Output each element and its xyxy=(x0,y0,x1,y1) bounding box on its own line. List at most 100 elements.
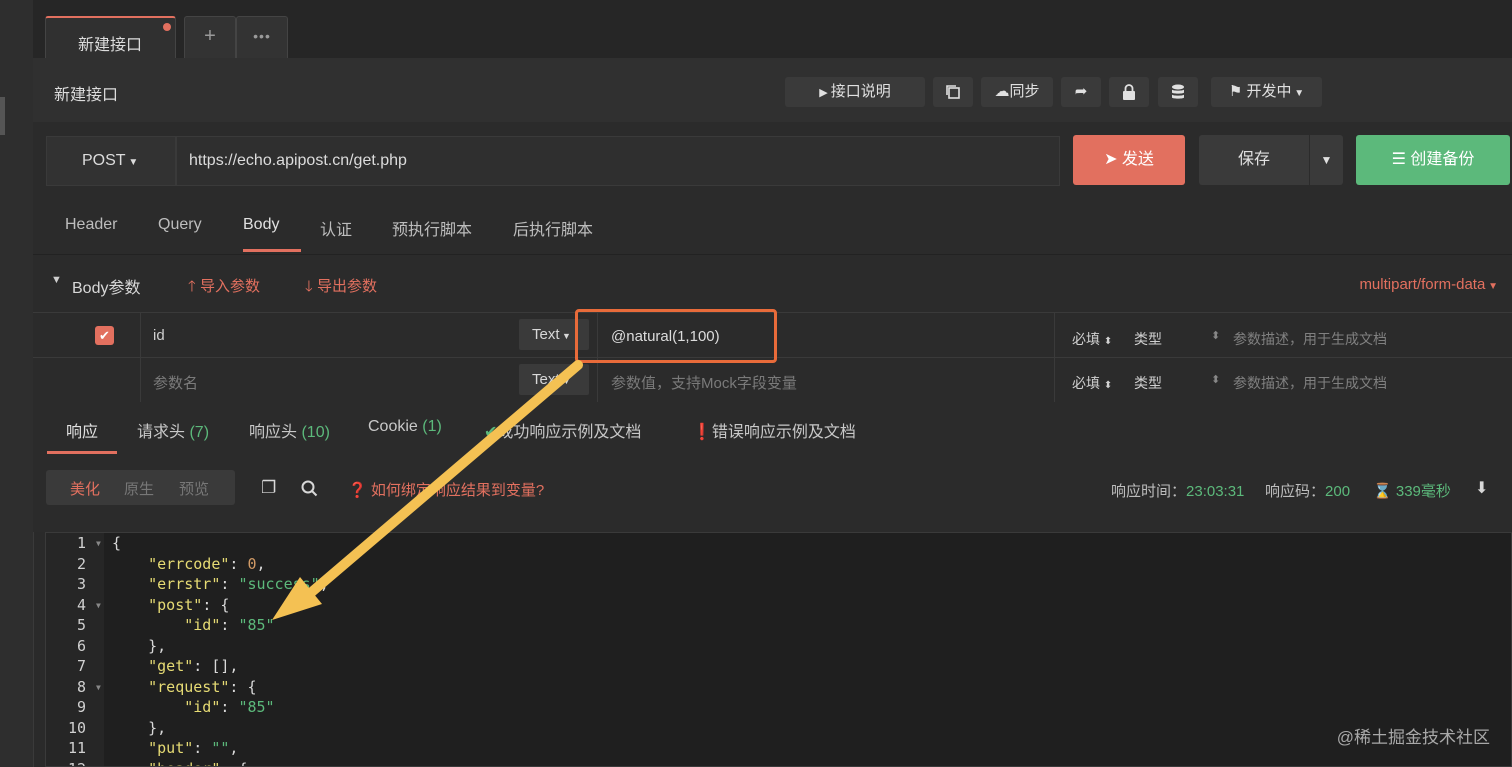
view-raw-button[interactable]: 原生 xyxy=(124,478,154,499)
search-icon[interactable] xyxy=(301,480,318,497)
url-input[interactable]: https://echo.apipost.cn/get.php xyxy=(176,136,1060,186)
code-line: { xyxy=(112,534,122,552)
required-select[interactable]: 必填 ⬍ xyxy=(1072,373,1112,393)
download-icon[interactable]: ⬇ xyxy=(1475,478,1488,498)
tab-pre-script[interactable]: 预执行脚本 xyxy=(392,216,472,240)
line-number: 11 xyxy=(67,739,86,757)
type-select[interactable]: 类型 xyxy=(1134,373,1162,393)
share-icon: ➦ xyxy=(1074,83,1088,100)
import-params-button[interactable]: 🡑 导入参数 xyxy=(188,275,260,301)
collapse-caret-icon[interactable]: ▼ xyxy=(51,274,62,286)
required-select[interactable]: 必填 ⬍ xyxy=(1072,329,1112,349)
param-name-input[interactable]: id xyxy=(153,327,165,344)
tab-response-headers[interactable]: 响应头 (10) xyxy=(249,418,330,442)
response-tabs: 响应 请求头 (7) 响应头 (10) Cookie (1) ✔成功响应示例及文… xyxy=(33,402,1512,457)
send-button[interactable]: ➤ 发送 xyxy=(1073,135,1185,185)
caret-down-icon: ▼ xyxy=(559,376,571,386)
sort-icon: ⬍ xyxy=(1103,336,1113,347)
lock-button[interactable] xyxy=(1109,77,1149,107)
line-number: 2 xyxy=(76,554,86,573)
line-number: 5 xyxy=(76,616,86,634)
request-tabs: Header Query Body 认证 预执行脚本 后执行脚本 xyxy=(33,200,1512,255)
response-code: 响应码：200 xyxy=(1265,483,1351,500)
copy-icon xyxy=(946,85,960,99)
param-value-input[interactable]: 参数值，支持Mock字段变量 xyxy=(611,372,797,393)
play-icon: ▶ xyxy=(819,87,831,99)
unsaved-dot-icon xyxy=(163,23,171,31)
type-select[interactable]: 类型 xyxy=(1134,329,1162,349)
active-tab-indicator xyxy=(243,249,301,252)
param-name-input[interactable]: 参数名 xyxy=(153,372,198,393)
param-type-select[interactable]: Text ▼ xyxy=(519,364,589,395)
line-number: 9 xyxy=(76,698,86,716)
method-select[interactable]: POST ▼ xyxy=(46,136,176,186)
fold-caret-icon[interactable]: ▼ xyxy=(96,601,101,610)
tab-response[interactable]: 响应 xyxy=(66,418,98,442)
response-toolbar: 美化 原生 预览 ❐ ❓ 如何绑定响应结果到变量? 响应时间：23:03:31 … xyxy=(33,456,1512,532)
export-params-button[interactable]: 🡓 导出参数 xyxy=(305,275,377,301)
cloud-icon: ☁ xyxy=(994,83,1010,100)
watermark: @稀土掘金技术社区 xyxy=(1336,728,1490,747)
hourglass-icon: ⌛ xyxy=(1373,483,1396,500)
env-status-dropdown[interactable]: ⚑ 开发中 ▼ xyxy=(1211,77,1322,107)
tab-error-doc[interactable]: ❗错误响应示例及文档 xyxy=(692,418,856,442)
line-number: 1 xyxy=(76,534,86,552)
create-backup-button[interactable]: ☰ 创建备份 xyxy=(1356,135,1510,185)
code-line: "header": { xyxy=(112,760,247,767)
tab-label: 新建接口 xyxy=(78,37,143,54)
sidebar-resize-handle[interactable] xyxy=(0,97,5,135)
content-type-select[interactable]: multipart/form-data ▼ xyxy=(1359,276,1498,293)
bind-variable-help-link[interactable]: ❓ 如何绑定响应结果到变量? xyxy=(348,479,544,500)
sort-icon: ⬍ xyxy=(1211,374,1221,386)
left-sidebar xyxy=(0,0,34,767)
response-duration: ⌛ 339毫秒 xyxy=(1373,483,1451,500)
param-desc-input[interactable]: 参数描述，用于生成文档 xyxy=(1233,329,1387,349)
caret-down-icon: ▼ xyxy=(1320,153,1333,167)
fold-caret-icon[interactable]: ▼ xyxy=(96,683,101,692)
response-time: 响应时间：23:03:31 xyxy=(1111,483,1245,500)
code-line: "get": [], xyxy=(148,657,239,675)
fold-caret-icon[interactable]: ▼ xyxy=(96,539,101,548)
sort-icon: ⬍ xyxy=(1211,330,1221,342)
response-code-editor[interactable]: 1 ▼ 2 3 4 ▼ 5 6 7 8 ▼ 9 10 11 12 { "errcode": 0, "errs… xyxy=(45,532,1512,767)
share-button[interactable]: ➦ xyxy=(1061,77,1101,107)
tab-auth[interactable]: 认证 xyxy=(320,216,352,240)
param-desc-input[interactable]: 参数描述，用于生成文档 xyxy=(1233,373,1387,393)
body-params-title: Body参数 xyxy=(72,280,141,297)
line-number: 8 xyxy=(76,677,86,696)
code-line: "request": { xyxy=(148,677,257,696)
database-icon: ☰ xyxy=(1391,151,1411,168)
tab-success-doc[interactable]: ✔成功响应示例及文档 xyxy=(484,418,641,442)
tab-query[interactable]: Query xyxy=(158,216,202,234)
tab-cookie[interactable]: Cookie (1) xyxy=(368,418,442,436)
code-line: "post": { xyxy=(148,595,230,614)
save-button[interactable]: 保存 xyxy=(1199,135,1309,185)
tab-header[interactable]: Header xyxy=(65,216,117,234)
save-dropdown-button[interactable]: ▼ xyxy=(1310,135,1343,185)
copy-response-icon[interactable]: ❐ xyxy=(261,478,276,498)
tab-body[interactable]: Body xyxy=(243,216,279,234)
new-tab-button[interactable]: + xyxy=(184,16,236,58)
code-line: "id": "85" xyxy=(184,698,275,716)
line-number: 4 xyxy=(76,595,86,614)
api-doc-button[interactable]: ▶ 接口说明 xyxy=(785,77,925,107)
line-number: 12 xyxy=(46,760,86,767)
param-enabled-checkbox[interactable]: ✔ xyxy=(95,326,114,345)
tab-request-headers[interactable]: 请求头 (7) xyxy=(137,418,209,442)
code-line: "errstr": "success", xyxy=(148,575,329,593)
line-number-gutter: 1 ▼ 2 3 4 ▼ 5 6 7 8 ▼ 9 10 11 12 xyxy=(46,533,104,767)
copy-button[interactable] xyxy=(933,77,973,107)
sync-button[interactable]: ☁同步 xyxy=(981,77,1053,107)
code-line: "put": "", xyxy=(148,739,239,757)
view-pretty-button[interactable]: 美化 xyxy=(70,478,100,499)
tab-new-api[interactable]: 新建接口 xyxy=(45,16,176,58)
flag-icon: ⚑ xyxy=(1228,83,1247,100)
view-preview-button[interactable]: 预览 xyxy=(179,478,209,499)
more-tabs-button[interactable]: ••• xyxy=(236,16,288,58)
caret-down-icon: ▼ xyxy=(559,331,571,341)
database-button[interactable] xyxy=(1158,77,1198,107)
question-circle-icon: ❓ xyxy=(348,482,371,499)
caret-down-icon: ▼ xyxy=(1485,281,1498,292)
tab-post-script[interactable]: 后执行脚本 xyxy=(513,216,593,240)
body-params-bar: ▼ Body参数 🡑 导入参数 🡓 导出参数 multipart/form-da… xyxy=(33,255,1512,312)
